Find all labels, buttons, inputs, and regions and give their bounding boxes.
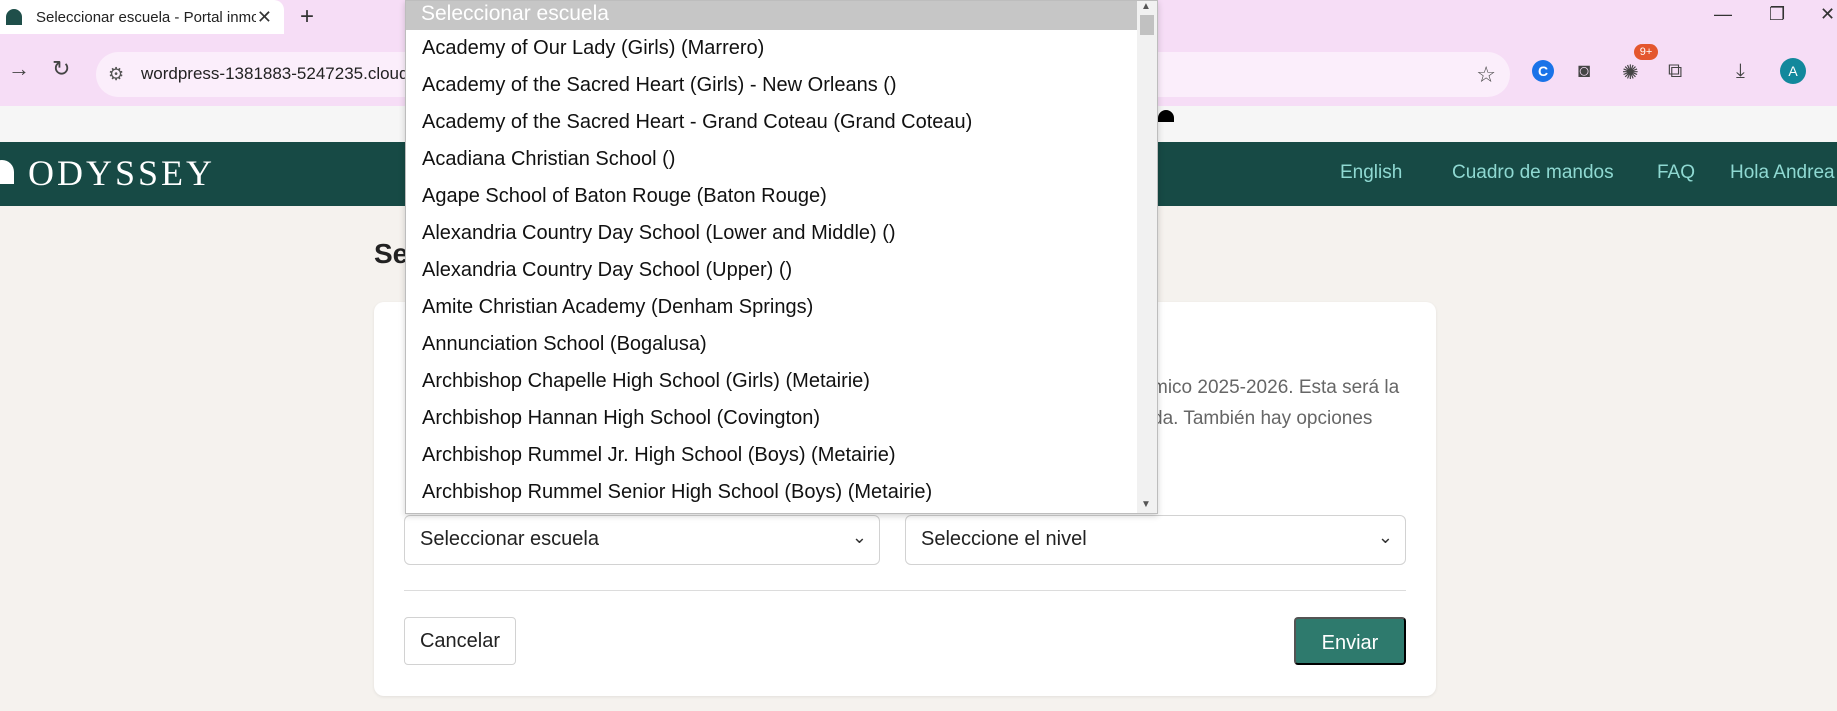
logo-mark-icon	[0, 160, 14, 184]
extension-c-icon[interactable]: C	[1532, 60, 1554, 82]
level-select[interactable]: Seleccione el nivel ⌄	[905, 515, 1406, 565]
scrollbar-thumb[interactable]	[1140, 15, 1154, 35]
school-select[interactable]: Seleccionar escuela ⌄	[404, 515, 880, 565]
dropdown-option[interactable]: Academy of the Sacred Heart (Girls) - Ne…	[406, 67, 1138, 104]
chevron-down-icon: ⌄	[1377, 527, 1393, 547]
level-select-value: Seleccione el nivel	[921, 528, 1087, 550]
dropdown-option[interactable]: Archbishop Rummel Jr. High School (Boys)…	[406, 437, 1138, 474]
intro-line: da. También hay opciones	[1152, 408, 1373, 429]
nav-user-greeting[interactable]: Hola Andrea	[1730, 162, 1835, 184]
bookmark-icon[interactable]	[1158, 110, 1174, 122]
extensions-puzzle-icon[interactable]: ⧉	[1668, 60, 1682, 83]
close-window-icon[interactable]: ✕	[1820, 4, 1835, 25]
forward-icon[interactable]: →	[8, 56, 30, 82]
new-tab-button[interactable]: +	[300, 3, 314, 31]
page-title: Se	[374, 238, 409, 269]
submit-button[interactable]: Enviar	[1294, 617, 1406, 665]
dropdown-options: Academy of Our Lady (Girls) (Marrero) Ac…	[406, 30, 1157, 511]
dropdown-option[interactable]: Alexandria Country Day School (Lower and…	[406, 215, 1138, 252]
site-favicon-icon	[6, 9, 22, 25]
nav-language[interactable]: English	[1340, 162, 1402, 184]
dropdown-placeholder-option[interactable]: Seleccionar escuela	[406, 1, 1138, 30]
site-info-icon[interactable]: ⚙	[108, 64, 124, 85]
extension-badge: 9+	[1634, 44, 1658, 60]
scroll-up-icon[interactable]: ▲	[1141, 1, 1151, 12]
cancel-button[interactable]: Cancelar	[404, 617, 516, 665]
dropdown-option[interactable]: Archbishop Chapelle High School (Girls) …	[406, 363, 1138, 400]
dropdown-option[interactable]: Annunciation School (Bogalusa)	[406, 326, 1138, 363]
school-dropdown-list[interactable]: Seleccionar escuela Academy of Our Lady …	[405, 0, 1158, 514]
dropdown-option[interactable]: Academy of Our Lady (Girls) (Marrero)	[406, 30, 1138, 67]
reload-icon[interactable]: ↻	[52, 56, 70, 82]
dropdown-option[interactable]: Amite Christian Academy (Denham Springs)	[406, 289, 1138, 326]
dropdown-option[interactable]: Archbishop Hannan High School (Covington…	[406, 400, 1138, 437]
minimize-icon[interactable]: —	[1714, 4, 1732, 25]
download-icon[interactable]: ⤓	[1736, 60, 1745, 83]
dropdown-scrollbar[interactable]: ▲ ▼	[1137, 1, 1157, 513]
tab-title: Seleccionar escuela - Portal inmobiliari…	[36, 8, 256, 26]
dropdown-option[interactable]: Agape School of Baton Rouge (Baton Rouge…	[406, 178, 1138, 215]
restore-icon[interactable]: ❐	[1769, 4, 1785, 25]
bookmark-star-icon[interactable]: ☆	[1476, 62, 1496, 88]
scroll-down-icon[interactable]: ▼	[1141, 499, 1151, 510]
extension-sparkle-icon[interactable]: ✺	[1622, 60, 1639, 85]
dropdown-option[interactable]: Archbishop Rummel Senior High School (Bo…	[406, 474, 1138, 511]
dropdown-option[interactable]: Academy of the Sacred Heart - Grand Cote…	[406, 104, 1138, 141]
intro-line: mico 2025-2026. Esta será la	[1152, 377, 1400, 398]
intro-text: mico 2025-2026. Esta será la da. También…	[1152, 372, 1437, 434]
close-tab-icon[interactable]: ✕	[257, 8, 272, 26]
chevron-down-icon: ⌄	[851, 527, 867, 547]
dropdown-option[interactable]: Acadiana Christian School ()	[406, 141, 1138, 178]
camera-icon[interactable]: ◙	[1578, 60, 1590, 83]
nav-faq[interactable]: FAQ	[1657, 162, 1695, 184]
divider	[404, 590, 1406, 591]
school-select-value: Seleccionar escuela	[420, 528, 599, 550]
browser-tab[interactable]: Seleccionar escuela - Portal inmobiliari…	[0, 0, 284, 34]
dropdown-option[interactable]: Alexandria Country Day School (Upper) ()	[406, 252, 1138, 289]
site-logo[interactable]: ODYSSEY	[28, 152, 215, 194]
nav-dashboard[interactable]: Cuadro de mandos	[1452, 162, 1614, 184]
profile-avatar[interactable]: A	[1780, 58, 1806, 84]
